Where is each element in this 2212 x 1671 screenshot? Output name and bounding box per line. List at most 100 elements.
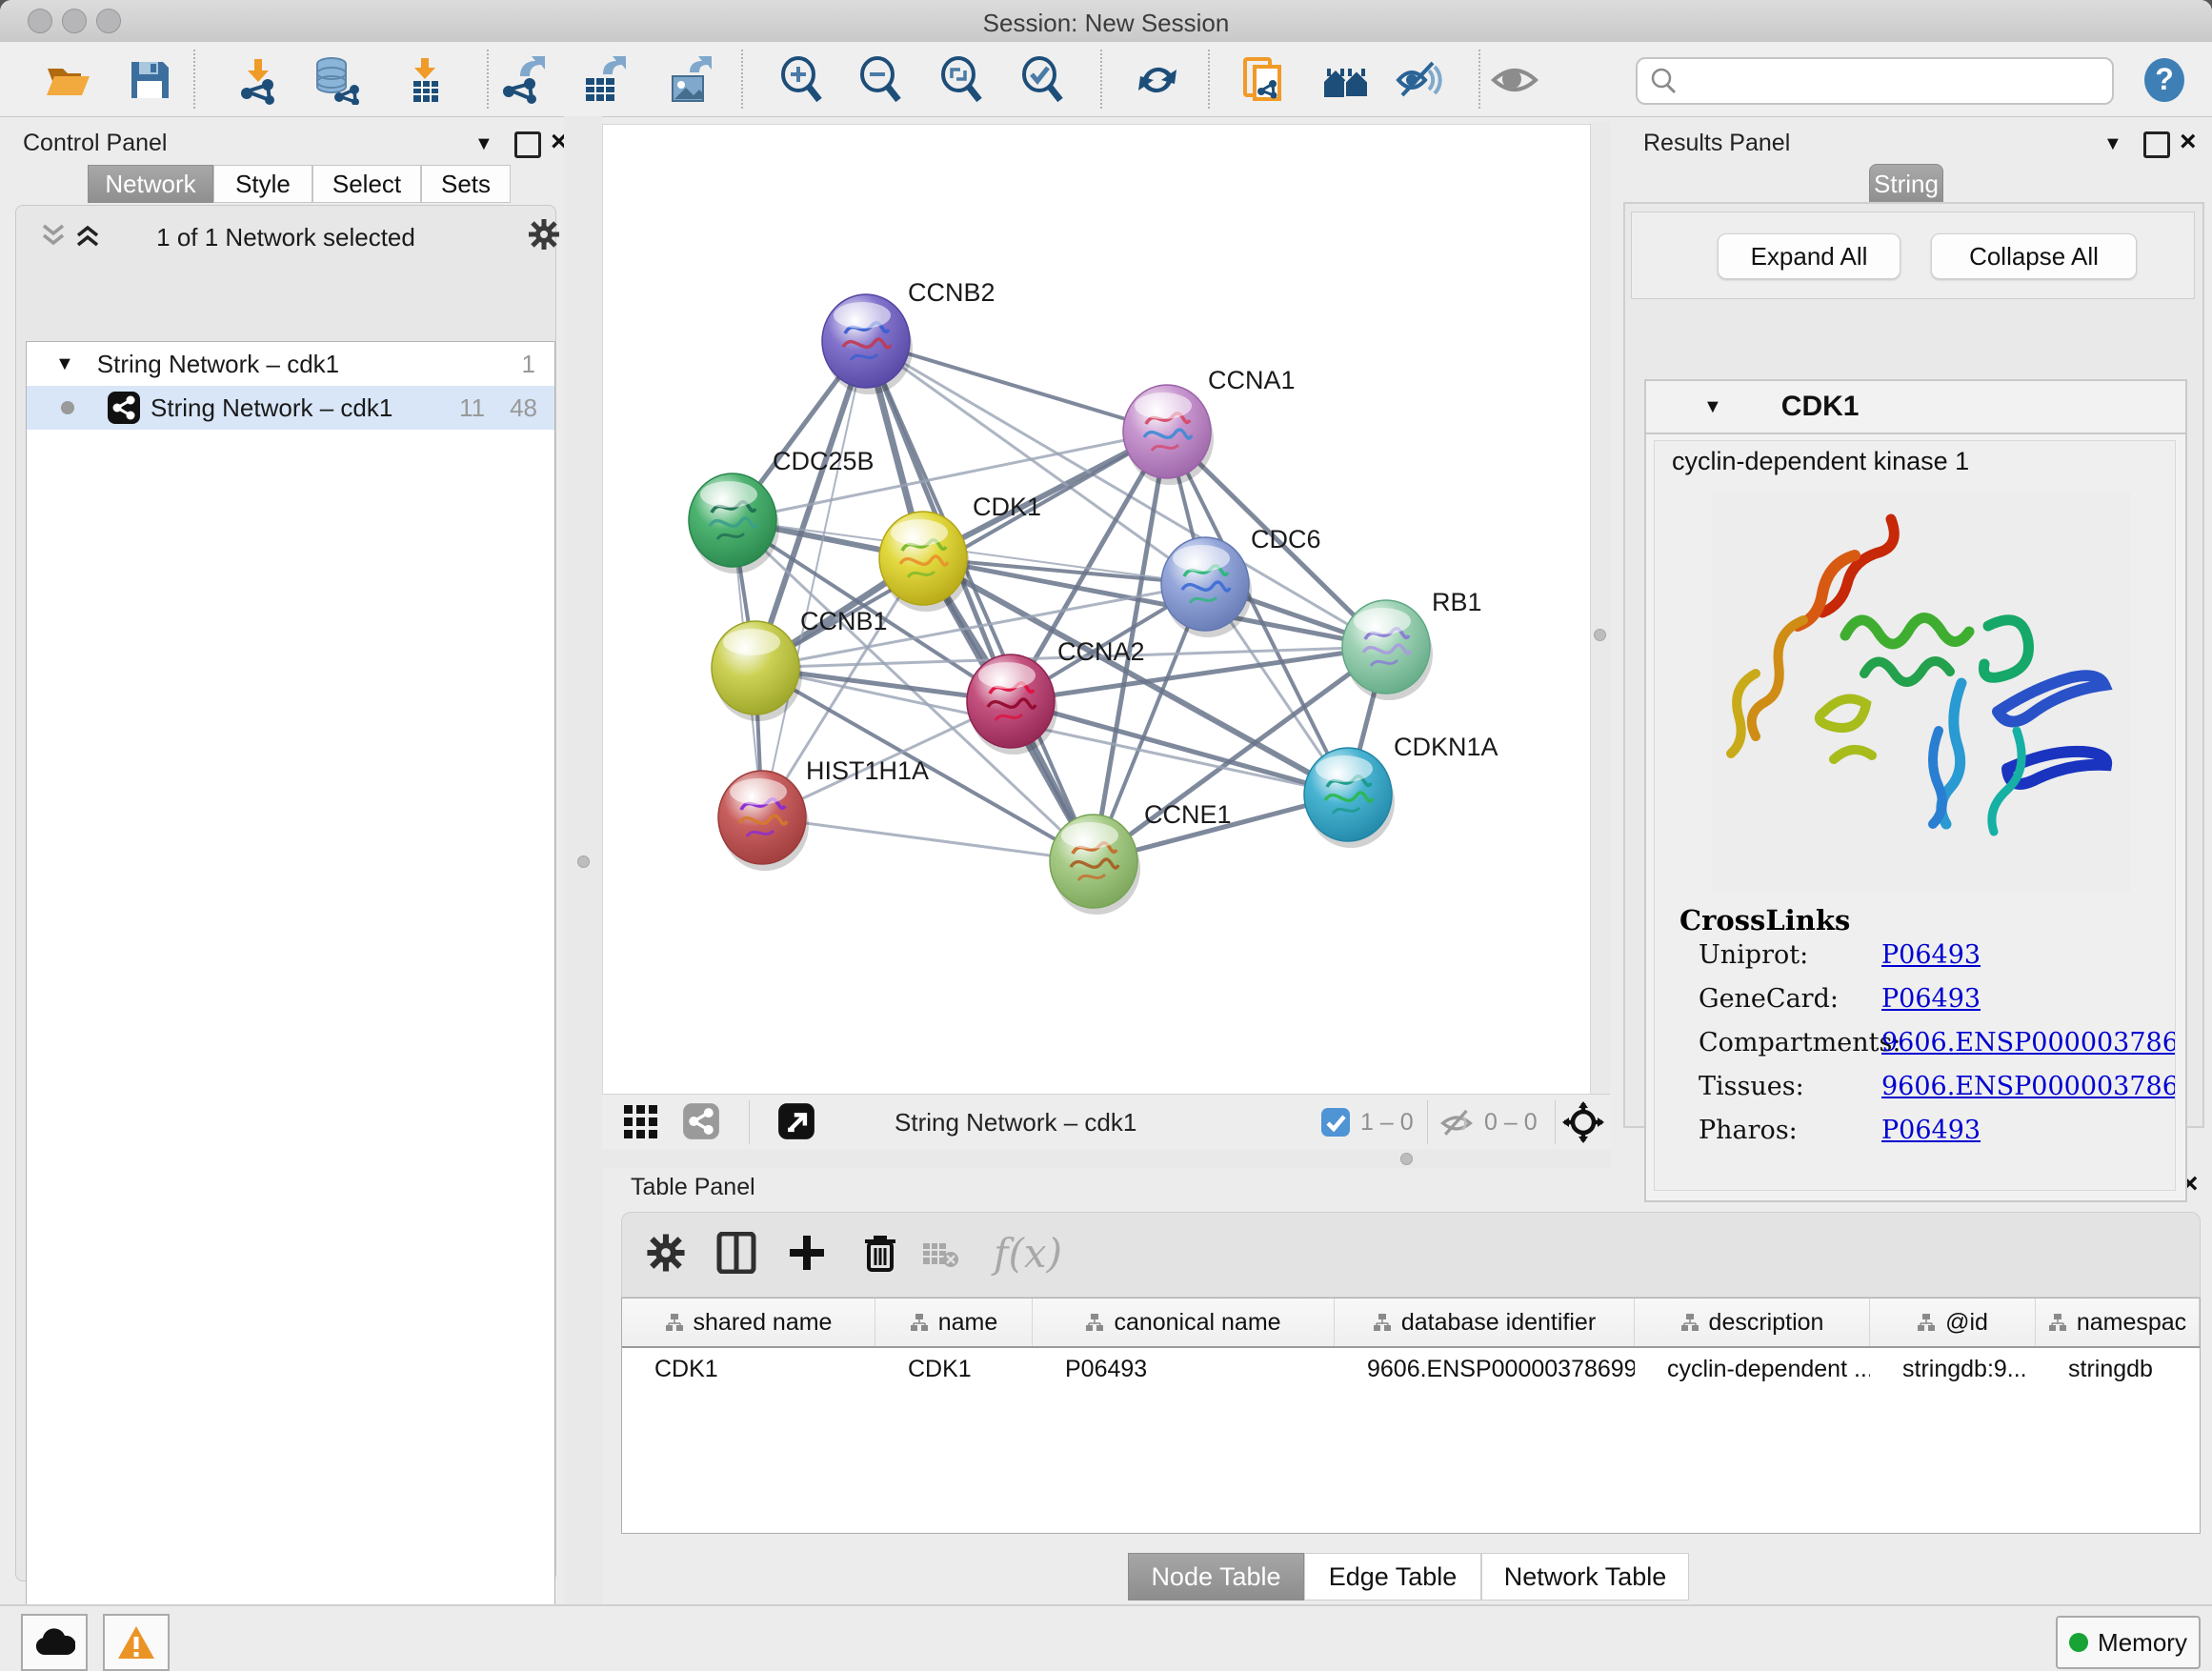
crosslink-genecard-link[interactable]: P06493 bbox=[1881, 984, 1981, 1014]
float-panel-icon[interactable]: ▼ bbox=[474, 133, 493, 155]
tab-node-table[interactable]: Node Table bbox=[1128, 1553, 1304, 1601]
import-network-from-database-icon[interactable] bbox=[311, 55, 360, 105]
node-rb1[interactable] bbox=[1342, 600, 1433, 700]
help-icon[interactable]: ? bbox=[2142, 57, 2187, 103]
export-table-icon[interactable] bbox=[578, 55, 628, 105]
tab-sets[interactable]: Sets bbox=[421, 165, 511, 203]
entry-expander-icon[interactable]: ▼ bbox=[1703, 396, 1722, 418]
export-image-icon[interactable] bbox=[665, 55, 714, 105]
table-row[interactable]: CDK1CDK1P064939606.ENSP00000378699cyclin… bbox=[622, 1348, 2200, 1390]
float-panel-icon[interactable]: ▼ bbox=[2103, 133, 2122, 155]
table-cell[interactable]: CDK1 bbox=[875, 1356, 1033, 1383]
node-ccne1[interactable] bbox=[1050, 815, 1140, 915]
zoom-out-icon[interactable] bbox=[856, 55, 906, 105]
results-panel: Results Panel ▼ × String Expand All Coll… bbox=[1610, 122, 2212, 1168]
edge[interactable] bbox=[1011, 701, 1348, 795]
apply-layout-icon[interactable] bbox=[1133, 55, 1182, 105]
node-cdkn1a[interactable] bbox=[1304, 748, 1395, 848]
network-collection-row[interactable]: ▼ String Network – cdk1 1 bbox=[27, 342, 554, 386]
open-session-icon[interactable] bbox=[43, 55, 92, 105]
horizontal-splitter[interactable] bbox=[602, 1149, 1610, 1168]
column-header-shared-name[interactable]: shared name bbox=[622, 1299, 875, 1346]
detach-view-icon[interactable] bbox=[777, 1102, 815, 1140]
import-network-icon[interactable] bbox=[233, 55, 283, 105]
table-cell[interactable]: stringdb bbox=[2036, 1356, 2200, 1383]
horizontal-splitter-handle[interactable] bbox=[1400, 1153, 1413, 1165]
crosslink-uniprot-link[interactable]: P06493 bbox=[1881, 940, 1981, 970]
zoom-in-icon[interactable] bbox=[777, 55, 827, 105]
zoom-selected-icon[interactable] bbox=[1018, 55, 1068, 105]
selected-checkbox-icon[interactable] bbox=[1320, 1107, 1351, 1137]
edge[interactable] bbox=[733, 432, 1167, 520]
hidden-eye-icon[interactable] bbox=[1440, 1107, 1473, 1139]
tab-string[interactable]: String bbox=[1869, 164, 1943, 204]
node-cdk1[interactable] bbox=[879, 512, 970, 612]
crosslink-tissues-link[interactable]: 9606.ENSP00000378699 bbox=[1881, 1072, 2176, 1101]
collapse-all-button[interactable]: Collapse All bbox=[1931, 233, 2137, 279]
tab-edge-table[interactable]: Edge Table bbox=[1304, 1553, 1481, 1601]
maximize-panel-icon[interactable] bbox=[2143, 131, 2170, 158]
column-header-database-identifier[interactable]: database identifier bbox=[1335, 1299, 1635, 1346]
node-cdc25b[interactable] bbox=[689, 473, 779, 574]
warnings-button[interactable] bbox=[103, 1614, 170, 1671]
column-type-icon bbox=[1085, 1313, 1104, 1332]
table-cell[interactable]: P06493 bbox=[1033, 1356, 1335, 1383]
node-ccna1[interactable] bbox=[1123, 385, 1214, 485]
gear-icon[interactable] bbox=[645, 1232, 687, 1274]
node-ccna2[interactable] bbox=[967, 654, 1057, 755]
expand-all-button[interactable]: Expand All bbox=[1718, 233, 1900, 279]
left-splitter-handle[interactable] bbox=[577, 856, 590, 868]
clipboard-network-icon[interactable] bbox=[1239, 55, 1289, 105]
add-column-icon[interactable] bbox=[786, 1232, 828, 1274]
column-header-@id[interactable]: @id bbox=[1870, 1299, 2036, 1346]
string-network-graph[interactable]: CCNB2CCNA1CDC25BCDK1CDC6RB1CCNB1CCNA2CDK… bbox=[603, 125, 1590, 1095]
delete-column-icon[interactable] bbox=[859, 1232, 901, 1274]
cloud-button[interactable] bbox=[21, 1614, 88, 1671]
column-header-canonical-name[interactable]: canonical name bbox=[1033, 1299, 1335, 1346]
tab-style[interactable]: Style bbox=[213, 165, 312, 203]
show-hide-icon[interactable] bbox=[1395, 55, 1444, 105]
table-cell[interactable]: stringdb:9... bbox=[1870, 1356, 2036, 1383]
table-cell[interactable]: cyclin-dependent ... bbox=[1635, 1356, 1870, 1383]
node-ccnb1[interactable] bbox=[712, 621, 802, 721]
column-header-name[interactable]: name bbox=[875, 1299, 1033, 1346]
collection-expander-icon[interactable]: ▼ bbox=[55, 353, 74, 375]
memory-button[interactable]: Memory bbox=[2056, 1616, 2201, 1669]
node-cdc6[interactable] bbox=[1161, 537, 1252, 637]
left-splitter[interactable] bbox=[564, 116, 602, 1604]
tab-network-table[interactable]: Network Table bbox=[1481, 1553, 1689, 1601]
collection-label: String Network – cdk1 bbox=[97, 350, 522, 379]
column-header-namespac[interactable]: namespac bbox=[2036, 1299, 2200, 1346]
show-columns-icon[interactable] bbox=[715, 1232, 757, 1274]
tab-network[interactable]: Network bbox=[88, 165, 213, 203]
zoom-fit-icon[interactable] bbox=[937, 55, 987, 105]
edge[interactable] bbox=[762, 817, 1094, 861]
node-hist1h1a[interactable] bbox=[718, 771, 809, 871]
gene-entry-header[interactable]: ▼ CDK1 bbox=[1646, 381, 2185, 434]
right-splitter-handle[interactable] bbox=[1594, 629, 1606, 641]
network-view-icon[interactable] bbox=[682, 1102, 720, 1140]
network-row[interactable]: String Network – cdk1 11 48 bbox=[27, 386, 554, 430]
import-table-icon[interactable] bbox=[400, 55, 450, 105]
table-cell[interactable]: 9606.ENSP00000378699 bbox=[1335, 1356, 1635, 1383]
control-panel-title: Control Panel bbox=[23, 130, 167, 157]
table-cell[interactable]: CDK1 bbox=[622, 1356, 875, 1383]
column-header-description[interactable]: description bbox=[1635, 1299, 1870, 1346]
maximize-panel-icon[interactable] bbox=[514, 131, 541, 158]
eye-icon[interactable] bbox=[1490, 55, 1539, 105]
right-splitter[interactable] bbox=[1589, 122, 1610, 1149]
grid-view-icon[interactable] bbox=[623, 1104, 659, 1140]
search-input[interactable] bbox=[1687, 63, 2101, 97]
save-session-icon[interactable] bbox=[125, 55, 174, 105]
home-icon[interactable] bbox=[1321, 55, 1371, 105]
birds-eye-view-icon[interactable] bbox=[1562, 1101, 1604, 1143]
column-type-icon bbox=[1373, 1313, 1392, 1332]
export-network-icon[interactable] bbox=[497, 55, 547, 105]
crosslink-pharos-link[interactable]: P06493 bbox=[1881, 1116, 1981, 1145]
search-field[interactable] bbox=[1636, 57, 2114, 105]
crosslink-compartments-link[interactable]: 9606.ENSP00000378699 bbox=[1881, 1028, 2176, 1057]
gear-icon[interactable] bbox=[527, 217, 561, 252]
close-panel-icon[interactable]: × bbox=[2180, 131, 2197, 152]
tab-select[interactable]: Select bbox=[312, 165, 421, 203]
network-view-canvas[interactable]: CCNB2CCNA1CDC25BCDK1CDC6RB1CCNB1CCNA2CDK… bbox=[602, 124, 1591, 1096]
